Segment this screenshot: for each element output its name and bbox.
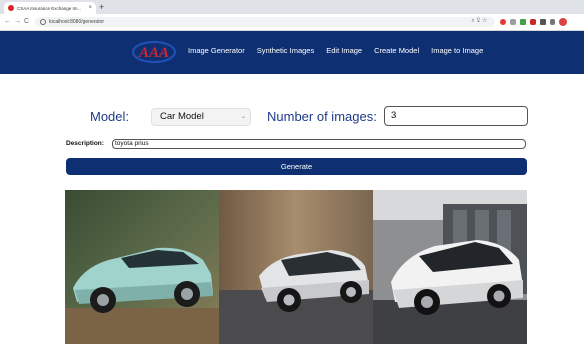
aaa-logo[interactable]: AAA [131, 39, 177, 65]
browser-tab[interactable]: CSAA Insurance Exchange Im... × [4, 2, 96, 14]
extension-red-icon[interactable] [500, 19, 506, 25]
browser-toolbar: ← → C localhost:8080/generator ⌕⇪☆ [0, 14, 584, 31]
generated-image-3[interactable] [373, 190, 527, 344]
logo-text: AAA [138, 45, 169, 61]
extension-drive-icon[interactable] [520, 19, 526, 25]
generate-button[interactable]: Generate [66, 158, 527, 175]
model-select-value: Car Model [160, 111, 204, 122]
nav-image-to-image[interactable]: Image to Image [431, 46, 483, 55]
extensions-bar [500, 18, 567, 26]
profile-avatar[interactable] [559, 18, 567, 26]
sidepanel-icon[interactable] [550, 19, 555, 25]
nav-image-generator[interactable]: Image Generator [188, 46, 245, 55]
omnibox-actions: ⌕⇪☆ [471, 18, 489, 25]
nav-synthetic-images[interactable]: Synthetic Images [257, 46, 315, 55]
model-label: Model: [90, 109, 130, 124]
new-tab-button[interactable]: + [99, 2, 104, 12]
car-image-silver [219, 190, 373, 344]
app-header: AAA Image Generator Synthetic Images Edi… [0, 31, 584, 74]
nav-edit-image[interactable]: Edit Image [326, 46, 362, 55]
description-row: Description: toyota prius [66, 139, 528, 150]
generated-image-1[interactable] [65, 190, 219, 344]
car-image-mint [65, 190, 219, 344]
nav-create-model[interactable]: Create Model [374, 46, 419, 55]
num-images-input[interactable]: 3 [384, 106, 528, 126]
url-text: localhost:8080/generator [49, 19, 105, 25]
reload-button[interactable]: C [24, 17, 29, 27]
extensions-puzzle-icon[interactable] [540, 19, 546, 25]
tab-close-icon[interactable]: × [88, 5, 92, 11]
bookmark-star-icon[interactable]: ☆ [482, 18, 489, 24]
chevron-down-icon: ⌄ [240, 114, 246, 120]
forward-button[interactable]: → [14, 17, 21, 27]
site-info-icon[interactable] [40, 19, 46, 25]
car-image-white [373, 190, 527, 344]
description-label: Description: [66, 140, 104, 147]
extension-gray-icon[interactable] [510, 19, 516, 25]
num-images-label: Number of images: [267, 109, 377, 124]
address-bar[interactable]: localhost:8080/generator ⌕⇪☆ [35, 17, 495, 27]
back-button[interactable]: ← [4, 17, 11, 27]
model-row: Model: Car Model ⌄ Number of images: 3 [0, 106, 584, 128]
description-input[interactable]: toyota prius [112, 139, 526, 149]
main-nav: Image Generator Synthetic Images Edit Im… [188, 46, 483, 55]
model-select[interactable]: Car Model ⌄ [151, 108, 251, 126]
browser-tab-strip: CSAA Insurance Exchange Im... × + [0, 0, 584, 14]
tab-title: CSAA Insurance Exchange Im... [17, 5, 82, 11]
favicon-icon [8, 5, 14, 11]
generated-image-2[interactable] [219, 190, 373, 344]
generated-images [65, 190, 528, 344]
generator-page: Model: Car Model ⌄ Number of images: 3 D… [0, 74, 584, 360]
extension-mail-icon[interactable] [530, 19, 536, 25]
